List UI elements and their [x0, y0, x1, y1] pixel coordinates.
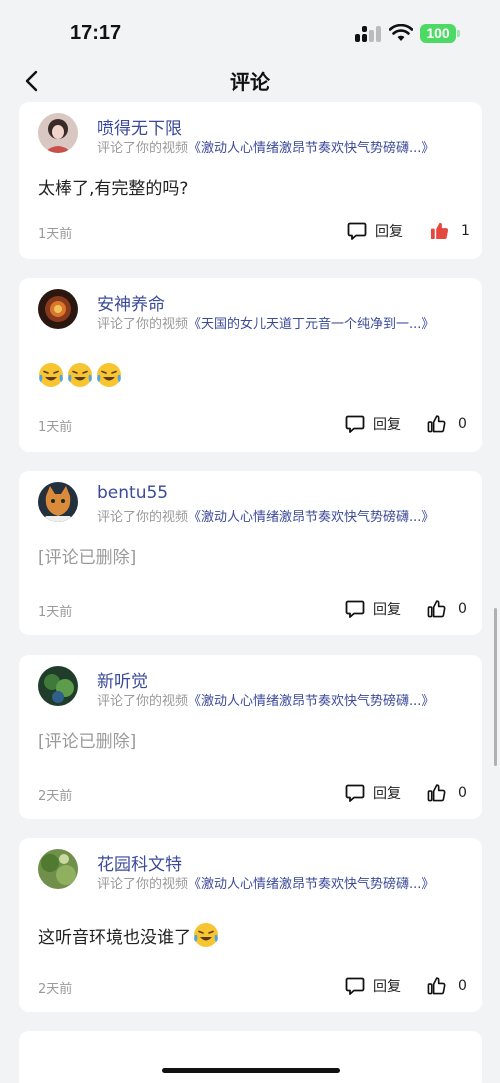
- page-title: 评论: [230, 70, 270, 94]
- video-link[interactable]: 《激动人心情绪激昂节奏欢快气势磅礴...》: [188, 694, 434, 709]
- action-text: 评论了你的视频: [97, 510, 189, 525]
- like-count: 0: [458, 784, 467, 801]
- comment-source: 评论了你的视频《激动人心情绪激昂节奏欢快气势磅礴...》: [97, 137, 434, 156]
- comment-bubble-icon: [345, 977, 365, 995]
- comment-time: 1天前: [38, 605, 73, 620]
- comment-time: 1天前: [38, 227, 73, 242]
- comment-time: 2天前: [38, 982, 73, 997]
- comment-text: 太棒了,有完整的吗?: [38, 179, 189, 199]
- comment-card: 安神养命 评论了你的视频《天国的女儿天道丁元音一个纯净到一...》 1天前 回复…: [19, 278, 482, 452]
- thumbs-up-filled-icon: [430, 222, 449, 240]
- battery-tip: [457, 30, 460, 37]
- wifi-icon: [389, 24, 413, 41]
- username[interactable]: 安神养命: [97, 290, 165, 315]
- username[interactable]: bentu55: [97, 483, 168, 503]
- cellular-signal-icon: [355, 26, 381, 42]
- nav-bar: 评论: [0, 60, 500, 100]
- emoji-row: [38, 362, 122, 388]
- video-link[interactable]: 《激动人心情绪激昂节奏欢快气势磅礴...》: [188, 877, 434, 892]
- battery-indicator: 100: [420, 24, 456, 43]
- home-indicator[interactable]: [162, 1068, 340, 1073]
- laughing-crying-emoji-icon: [39, 363, 63, 387]
- video-link[interactable]: 《激动人心情绪激昂节奏欢快气势磅礴...》: [188, 141, 434, 156]
- avatar[interactable]: [38, 849, 78, 889]
- action-text: 评论了你的视频: [97, 317, 189, 332]
- thumbs-up-icon: [427, 600, 446, 618]
- comment-card: 新听觉 评论了你的视频《激动人心情绪激昂节奏欢快气势磅礴...》 [评论已删除]…: [19, 655, 482, 819]
- video-link[interactable]: 《天国的女儿天道丁元音一个纯净到一...》: [188, 317, 434, 332]
- comment-text-content: 这听音环境也没谁了: [38, 927, 191, 948]
- username[interactable]: 喷得无下限: [97, 114, 182, 139]
- avatar[interactable]: [38, 113, 78, 153]
- comment-bubble-icon: [347, 222, 367, 240]
- reply-label: 回复: [373, 417, 401, 433]
- comment-text-deleted: [评论已删除]: [38, 548, 137, 568]
- like-count: 0: [458, 977, 467, 994]
- laughing-crying-emoji-icon: [194, 923, 218, 947]
- reply-label: 回复: [373, 979, 401, 995]
- comment-bubble-icon: [345, 784, 365, 802]
- reply-button[interactable]: 回复: [345, 414, 401, 434]
- reply-button[interactable]: 回复: [347, 221, 403, 241]
- action-text: 评论了你的视频: [97, 694, 189, 709]
- comment-text-deleted: [评论已删除]: [38, 732, 137, 752]
- comment-card: [19, 1031, 482, 1083]
- comment-card: bentu55 评论了你的视频《激动人心情绪激昂节奏欢快气势磅礴...》 [评论…: [19, 471, 482, 635]
- comment-time: 1天前: [38, 420, 73, 435]
- comment-source: 评论了你的视频《天国的女儿天道丁元音一个纯净到一...》: [97, 313, 434, 332]
- comment-bubble-icon: [345, 600, 365, 618]
- reply-button[interactable]: 回复: [345, 976, 401, 996]
- reply-button[interactable]: 回复: [345, 783, 401, 803]
- reply-label: 回复: [373, 786, 401, 802]
- comment-time: 2天前: [38, 789, 73, 804]
- action-text: 评论了你的视频: [97, 877, 189, 892]
- thumbs-up-icon: [427, 415, 446, 433]
- laughing-crying-emoji-icon: [68, 363, 92, 387]
- video-link[interactable]: 《激动人心情绪激昂节奏欢快气势磅礴...》: [188, 510, 434, 525]
- like-count: 0: [458, 600, 467, 617]
- comment-source: 评论了你的视频《激动人心情绪激昂节奏欢快气势磅礴...》: [97, 690, 434, 709]
- reply-label: 回复: [375, 224, 403, 240]
- like-count: 1: [461, 222, 470, 239]
- comment-text: 这听音环境也没谁了: [38, 922, 219, 948]
- like-button[interactable]: 0: [427, 414, 467, 433]
- reply-label: 回复: [373, 602, 401, 618]
- like-count: 0: [458, 415, 467, 432]
- avatar[interactable]: [38, 482, 78, 522]
- username[interactable]: 花园科文特: [97, 850, 182, 875]
- username[interactable]: 新听觉: [97, 667, 148, 692]
- like-button[interactable]: 0: [427, 783, 467, 802]
- thumbs-up-icon: [427, 977, 446, 995]
- status-time: 17:17: [70, 22, 122, 44]
- like-button[interactable]: 1: [430, 221, 470, 240]
- comment-card: 喷得无下限 评论了你的视频《激动人心情绪激昂节奏欢快气势磅礴...》 太棒了,有…: [19, 102, 482, 259]
- comment-bubble-icon: [345, 415, 365, 433]
- thumbs-up-icon: [427, 784, 446, 802]
- avatar[interactable]: [38, 666, 78, 706]
- status-bar: 17:17 100: [0, 0, 500, 60]
- avatar[interactable]: [38, 289, 78, 329]
- like-button[interactable]: 0: [427, 976, 467, 995]
- reply-button[interactable]: 回复: [345, 599, 401, 619]
- comment-card: 花园科文特 评论了你的视频《激动人心情绪激昂节奏欢快气势磅礴...》 这听音环境…: [19, 838, 482, 1012]
- scroll-indicator[interactable]: [494, 608, 497, 766]
- comment-source: 评论了你的视频《激动人心情绪激昂节奏欢快气势磅礴...》: [97, 873, 434, 892]
- comment-source: 评论了你的视频《激动人心情绪激昂节奏欢快气势磅礴...》: [97, 506, 434, 525]
- laughing-crying-emoji-icon: [97, 363, 121, 387]
- action-text: 评论了你的视频: [97, 141, 189, 156]
- like-button[interactable]: 0: [427, 599, 467, 618]
